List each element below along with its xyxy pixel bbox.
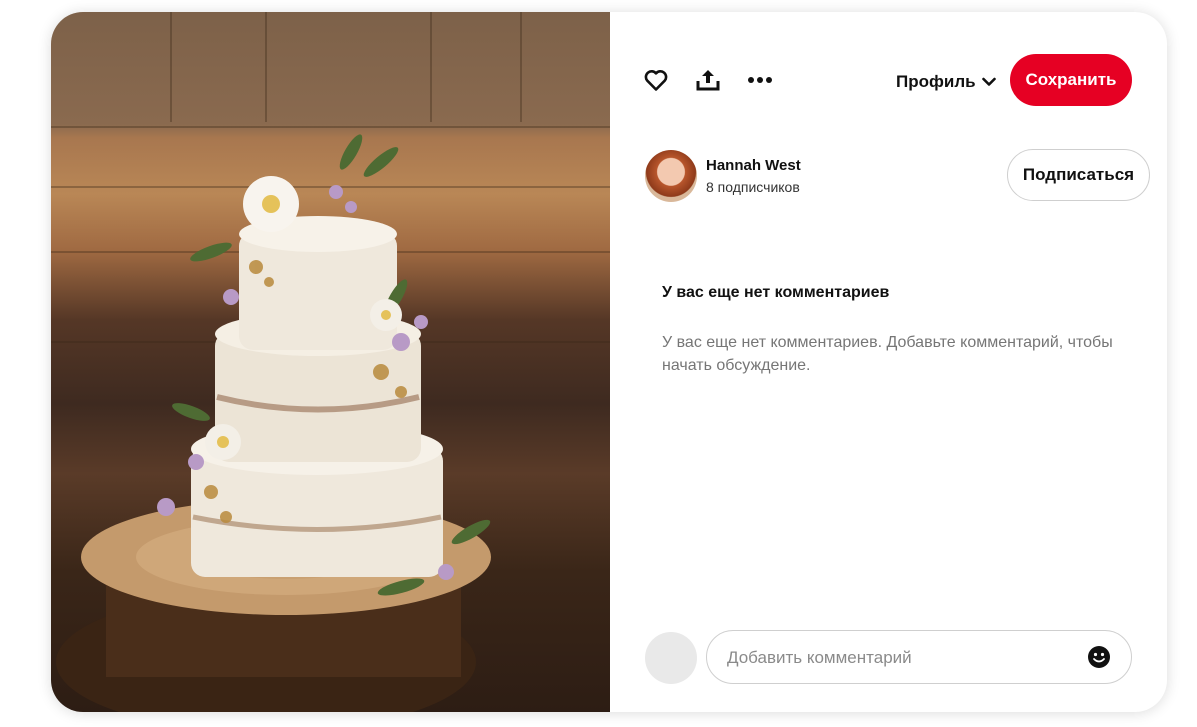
pin-image-cake[interactable] (51, 12, 610, 712)
author-followers-count: 8 подписчиков (706, 179, 800, 195)
comment-input-container[interactable] (706, 630, 1132, 685)
heart-icon (644, 70, 668, 91)
save-button[interactable]: Сохранить (1010, 54, 1132, 106)
emoji-smile-icon[interactable] (1087, 645, 1111, 669)
author-name[interactable]: Hannah West (706, 157, 801, 174)
chevron-down-icon (981, 77, 996, 86)
pin-details-panel: Профиль Сохранить Hannah West 8 подписчи… (610, 12, 1167, 712)
follow-button[interactable]: Подписаться (1007, 149, 1150, 201)
cake-illustration (51, 12, 610, 712)
share-button[interactable] (688, 60, 728, 100)
profile-dropdown-label: Профиль (896, 72, 976, 91)
profile-board-dropdown[interactable]: Профиль (896, 70, 996, 94)
comment-input[interactable] (725, 631, 1069, 685)
like-button[interactable] (636, 60, 676, 100)
share-upload-icon (696, 70, 720, 91)
comments-empty-message: У вас еще нет комментариев. Добавьте ком… (662, 334, 1113, 374)
comments-heading: У вас еще нет комментариев (662, 284, 890, 301)
author-avatar[interactable] (645, 150, 697, 202)
more-dots-icon (748, 77, 772, 83)
current-user-avatar (645, 632, 697, 684)
pin-card: Профиль Сохранить Hannah West 8 подписчи… (51, 12, 1167, 712)
more-options-button[interactable] (740, 60, 780, 100)
